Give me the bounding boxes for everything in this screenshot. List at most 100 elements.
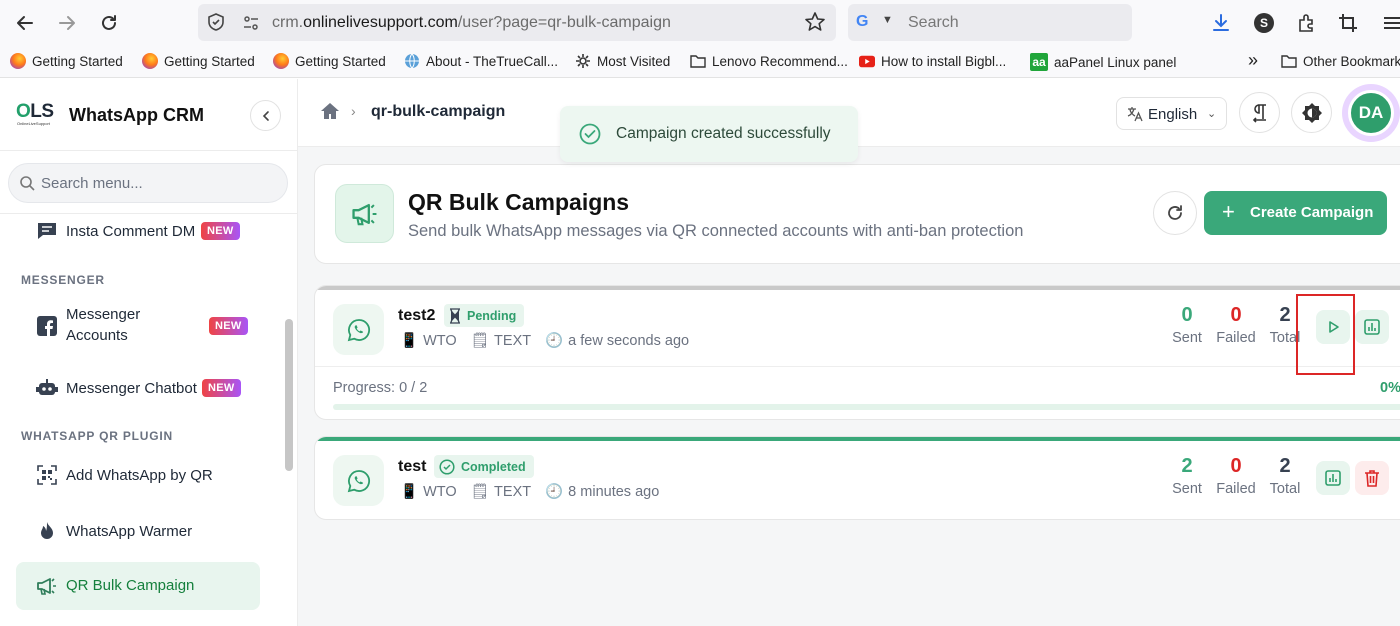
campaign-type: 🗒 TEXT xyxy=(470,332,532,350)
sidebar-item-messenger-chatbot[interactable]: Messenger Chatbot NEW xyxy=(16,377,260,399)
new-badge: NEW xyxy=(209,317,248,335)
text-direction-button[interactable] xyxy=(1239,92,1280,133)
campaign-progress: Progress: 0 / 2 0% xyxy=(315,366,1400,417)
chevron-down-icon[interactable]: ▼ xyxy=(882,14,893,26)
whatsapp-icon xyxy=(333,455,384,506)
home-icon[interactable] xyxy=(320,102,340,125)
extensions-icon[interactable] xyxy=(1294,11,1318,35)
sidebar-item-label: WhatsApp Warmer xyxy=(66,522,193,540)
campaign-name: test2 xyxy=(398,307,436,324)
clock-icon: 🕘 xyxy=(545,484,564,500)
youtube-icon xyxy=(859,53,875,69)
reload-icon[interactable] xyxy=(96,10,122,36)
progress-track xyxy=(333,404,1400,410)
menu-search[interactable] xyxy=(8,163,288,203)
url-text[interactable]: crm.onlinelivesupport.com/user?page=qr-b… xyxy=(272,14,671,32)
brand-name: WhatsApp CRM xyxy=(69,105,204,125)
breadcrumb-current: qr-bulk-campaign xyxy=(371,103,506,120)
avatar[interactable]: DA xyxy=(1342,84,1400,142)
page-title-card: QR Bulk Campaigns Send bulk WhatsApp mes… xyxy=(314,164,1400,264)
page-subtitle: Send bulk WhatsApp messages via QR conne… xyxy=(408,222,1024,240)
bookmark-item[interactable]: How to install Bigbl... xyxy=(859,53,1006,69)
check-circle-icon xyxy=(579,123,601,150)
sidebar-item-qr-bulk-campaign[interactable]: QR Bulk Campaign xyxy=(16,562,260,610)
campaign-card[interactable]: test Completed 📱 WTO 🗒 TEXT 🕘 8 minutes ago… xyxy=(314,436,1400,520)
status-line xyxy=(315,437,1400,441)
shield-icon[interactable] xyxy=(206,12,226,37)
section-label-whatsapp-qr-plugin: WHATSAPP QR PLUGIN xyxy=(21,429,173,443)
browser-search[interactable]: G ▼ Search xyxy=(848,4,1132,41)
theme-toggle-button[interactable] xyxy=(1291,92,1332,133)
permissions-icon[interactable] xyxy=(242,14,260,37)
back-icon[interactable] xyxy=(12,10,38,36)
page-title: QR Bulk Campaigns xyxy=(408,189,630,215)
bookmark-item[interactable]: aa aaPanel Linux panel xyxy=(1030,53,1176,71)
bookmark-item[interactable]: Most Visited xyxy=(575,53,670,69)
firefox-icon xyxy=(142,53,158,69)
sidebar-item-label: Add WhatsApp by QR xyxy=(66,466,213,484)
app-logo: OLS OnlineLiveSupport xyxy=(16,101,54,126)
google-icon[interactable]: G xyxy=(856,13,868,31)
trash-icon xyxy=(1365,470,1379,487)
new-badge: NEW xyxy=(202,379,241,397)
campaign-type: 🗒 TEXT xyxy=(470,483,532,501)
create-campaign-button[interactable]: + Create Campaign xyxy=(1204,191,1387,235)
globe-icon xyxy=(404,53,420,69)
campaign-time: 🕘 a few seconds ago xyxy=(545,332,690,350)
bookmarks-overflow-icon[interactable]: » xyxy=(1248,50,1258,71)
star-icon[interactable] xyxy=(804,11,826,38)
search-placeholder: Search xyxy=(908,14,959,31)
note-icon: 🗒 xyxy=(470,484,490,500)
campaign-card[interactable]: test2 Pending 📱 WTO 🗒 TEXT 🕘 a few seconds … xyxy=(314,285,1400,420)
sidebar-item-messenger-accounts[interactable]: Messenger Accounts NEW xyxy=(16,304,260,348)
crop-icon[interactable] xyxy=(1336,11,1360,35)
firefox-icon xyxy=(273,53,289,69)
progress-percent: 0% xyxy=(1380,380,1400,396)
bookmark-item[interactable]: Lenovo Recommend... xyxy=(690,53,848,69)
download-icon[interactable] xyxy=(1209,11,1233,35)
stat-sent: 0 Sent xyxy=(1172,304,1202,346)
bookmark-item[interactable]: About - TheTrueCall... xyxy=(404,53,558,69)
bar-chart-icon xyxy=(1325,470,1341,486)
menu-icon[interactable] xyxy=(1380,11,1400,35)
language-select[interactable]: English ⌄ xyxy=(1116,97,1227,130)
sidebar-scrollbar[interactable] xyxy=(285,319,293,471)
account-icon[interactable]: S xyxy=(1252,11,1276,35)
sidebar: OLS OnlineLiveSupport WhatsApp CRM Insta… xyxy=(0,79,298,626)
bookmark-item[interactable]: Getting Started xyxy=(273,53,386,69)
section-label-messenger: MESSENGER xyxy=(21,273,105,287)
comment-icon xyxy=(36,220,58,242)
globe-icon[interactable] xyxy=(773,13,792,32)
collapse-sidebar-button[interactable] xyxy=(250,100,281,131)
campaign-account: 📱 WTO xyxy=(400,332,457,350)
campaign-stats-button[interactable] xyxy=(1355,310,1389,344)
bookmarks-bar: Getting Started Getting Started Getting … xyxy=(0,46,1400,78)
campaign-meta: 📱 WTO 🗒 TEXT 🕘 8 minutes ago xyxy=(400,483,673,501)
bookmark-item[interactable]: Other Bookmarks xyxy=(1281,53,1400,69)
forward-icon[interactable] xyxy=(54,10,80,36)
campaign-stats-button[interactable] xyxy=(1316,461,1350,495)
campaign-time: 🕘 8 minutes ago xyxy=(545,483,660,501)
refresh-button[interactable] xyxy=(1153,191,1197,235)
stat-failed: 0 Failed xyxy=(1216,304,1256,346)
chevron-right-icon: › xyxy=(351,103,356,119)
success-toast: Campaign created successfully xyxy=(560,106,858,162)
aapanel-icon: aa xyxy=(1030,53,1048,71)
delete-campaign-button[interactable] xyxy=(1355,461,1389,495)
bookmark-item[interactable]: Getting Started xyxy=(142,53,255,69)
status-badge: Pending xyxy=(444,304,525,327)
address-bar[interactable]: crm.onlinelivesupport.com/user?page=qr-b… xyxy=(198,4,836,41)
main-content: › qr-bulk-campaign English ⌄ DA Campaign… xyxy=(298,79,1400,626)
stat-sent: 2 Sent xyxy=(1172,455,1202,497)
sidebar-item-insta-comment-dm[interactable]: Insta Comment DM NEW xyxy=(16,220,260,242)
robot-icon xyxy=(36,377,58,399)
new-badge: NEW xyxy=(201,222,240,240)
menu-search-input[interactable] xyxy=(41,172,271,194)
bookmark-item[interactable]: Getting Started xyxy=(10,53,123,69)
sidebar-item-label: Messenger Chatbot xyxy=(66,379,197,397)
sidebar-item-add-whatsapp-by-qr[interactable]: Add WhatsApp by QR xyxy=(16,464,260,486)
note-icon: 🗒 xyxy=(470,333,490,349)
sidebar-item-whatsapp-warmer[interactable]: WhatsApp Warmer xyxy=(16,520,260,542)
flame-icon xyxy=(36,520,58,542)
divider xyxy=(0,213,298,214)
